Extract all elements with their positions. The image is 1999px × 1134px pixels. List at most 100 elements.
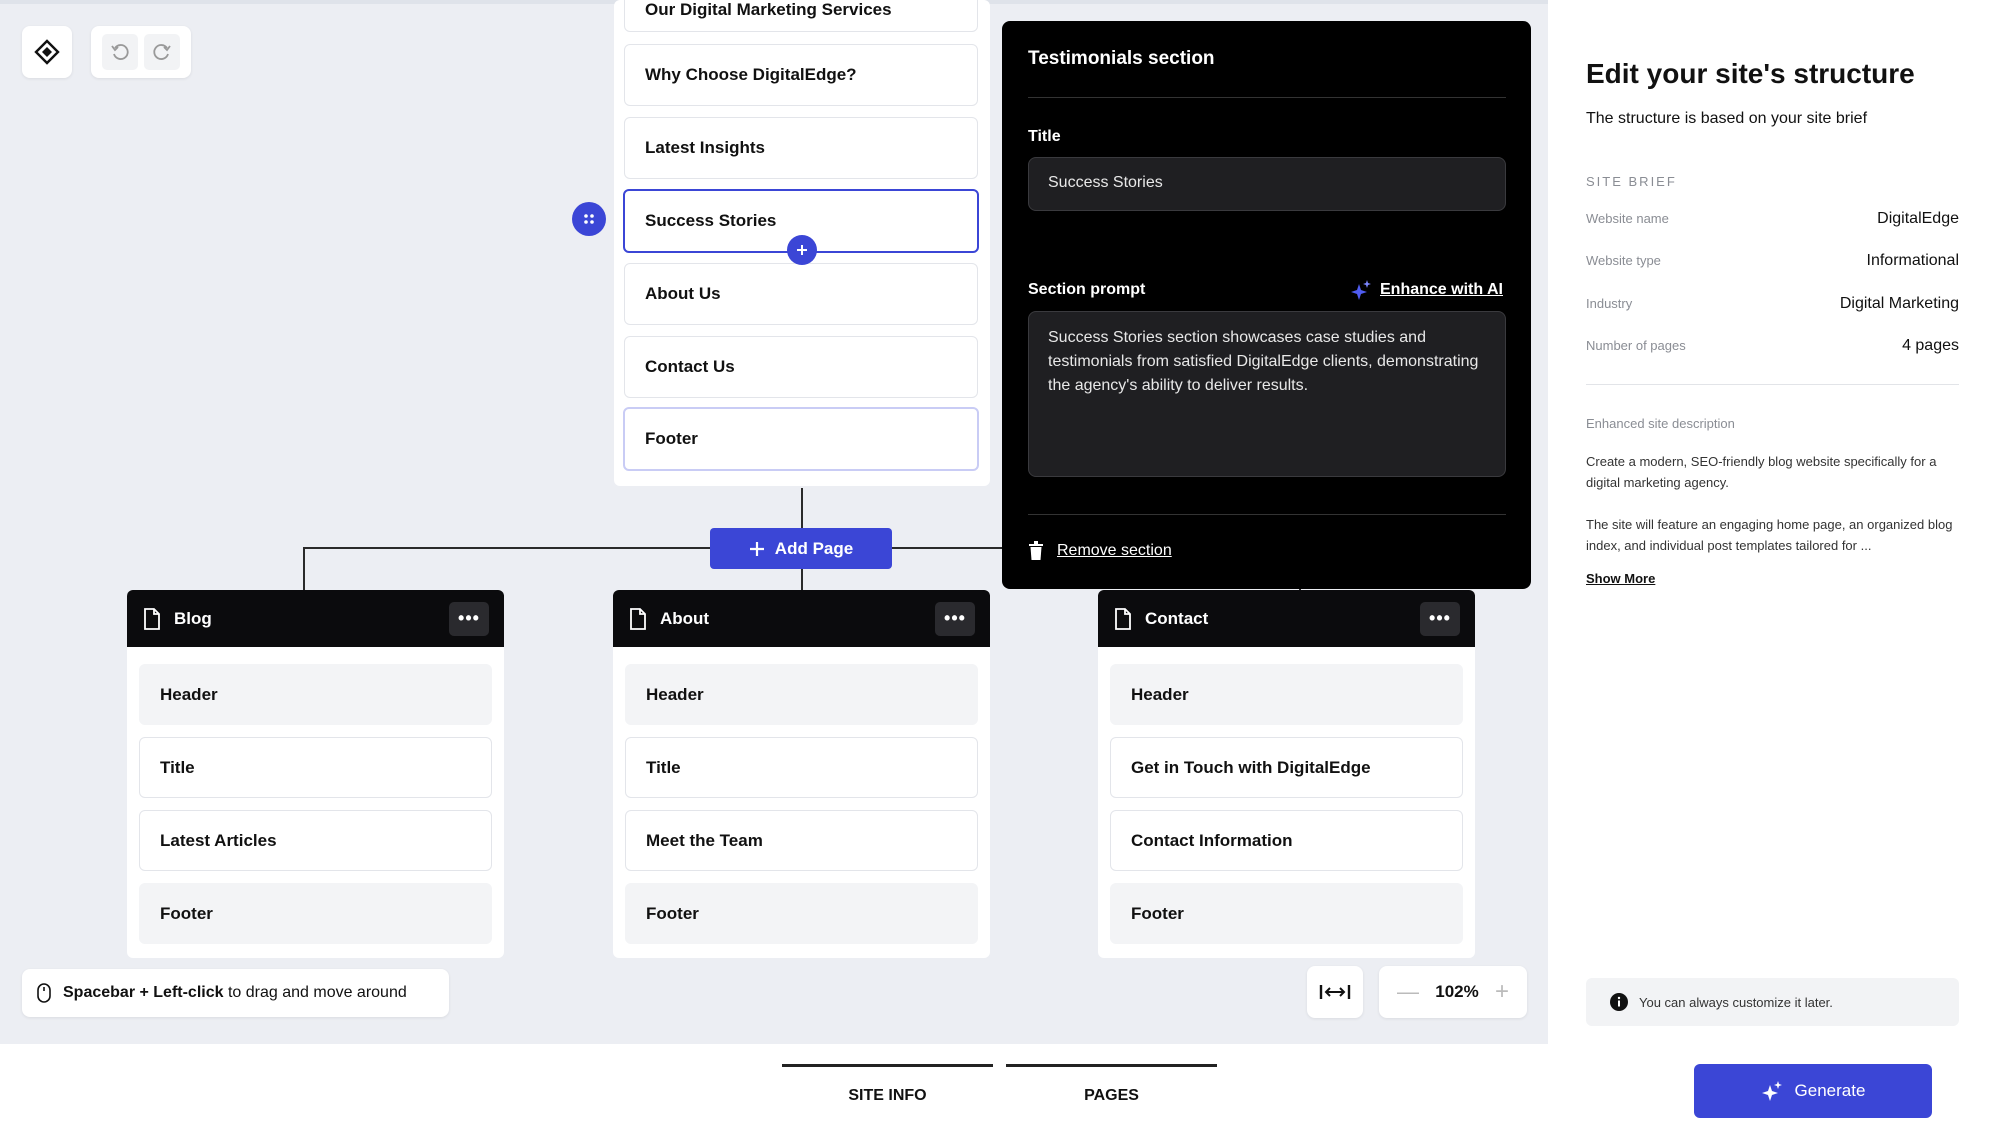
add-section-button[interactable] <box>787 235 817 265</box>
navigation-hint: Spacebar + Left-click to drag and move a… <box>22 969 449 1017</box>
section-card-latest-insights[interactable]: Latest Insights <box>624 117 978 179</box>
redo-button[interactable] <box>144 34 180 70</box>
section-editor-panel: Testimonials section Title Success Stori… <box>1002 21 1531 589</box>
sparkle-icon <box>1761 1081 1782 1101</box>
remove-section-label: Remove section <box>1057 542 1172 559</box>
plus-icon <box>749 541 764 556</box>
logo-button[interactable] <box>22 26 72 78</box>
section-card-get-in-touch[interactable]: Get in Touch with DigitalEdge <box>1110 737 1463 798</box>
page-menu-button[interactable]: ••• <box>935 601 975 636</box>
sidebar-subtitle: The structure is based on your site brie… <box>1586 110 1868 127</box>
divider <box>1028 97 1506 98</box>
bottom-tab-bar <box>0 1044 1548 1134</box>
page-title: Contact <box>1145 608 1209 628</box>
section-card-title[interactable]: Title <box>625 737 978 798</box>
section-label: Our Digital Marketing Services <box>645 0 892 19</box>
page-header-blog[interactable]: Blog ••• <box>127 590 504 647</box>
section-prompt-label: Section prompt <box>1028 281 1146 298</box>
section-prompt-textarea[interactable]: Success Stories section showcases case s… <box>1028 311 1506 477</box>
section-label: Latest Articles <box>160 830 277 850</box>
section-label: Contact Us <box>645 357 735 376</box>
page-icon <box>630 607 646 630</box>
fit-width-icon <box>1319 985 1351 999</box>
section-card-header[interactable]: Header <box>139 664 492 725</box>
grip-icon <box>584 214 594 224</box>
undo-icon <box>111 44 129 60</box>
section-label: Header <box>646 684 704 704</box>
right-sidebar: Edit your site's structure The structure… <box>1548 0 1999 1134</box>
undo-button[interactable] <box>102 34 138 70</box>
fit-to-screen-button[interactable] <box>1307 966 1363 1018</box>
generate-button[interactable]: Generate <box>1694 1064 1932 1118</box>
section-label: Meet the Team <box>646 830 763 850</box>
section-label: Header <box>160 684 218 704</box>
hint-text: Spacebar + Left-click to drag and move a… <box>63 984 407 1002</box>
site-brief-heading: SITE BRIEF <box>1586 174 1677 189</box>
section-card-header[interactable]: Header <box>1110 664 1463 725</box>
add-page-button[interactable]: Add Page <box>710 528 892 569</box>
section-card-title[interactable]: Title <box>139 737 492 798</box>
tab-pages[interactable]: PAGES <box>1006 1064 1217 1124</box>
title-input[interactable]: Success Stories <box>1028 157 1506 211</box>
page-menu-button[interactable]: ••• <box>449 601 489 636</box>
zoom-in-button[interactable]: + <box>1495 978 1509 1006</box>
divider <box>1028 514 1506 515</box>
plus-icon <box>797 245 807 255</box>
section-label: Get in Touch with DigitalEdge <box>1131 757 1371 777</box>
section-card-footer[interactable]: Footer <box>1110 883 1463 944</box>
connector-blog <box>303 547 305 591</box>
section-card-footer[interactable]: Footer <box>623 407 979 471</box>
section-card-meet-the-team[interactable]: Meet the Team <box>625 810 978 871</box>
section-label: About Us <box>645 284 721 303</box>
brief-label: Number of pages <box>1586 338 1686 353</box>
brief-value: Digital Marketing <box>1839 295 1959 312</box>
enhanced-description-p2: The site will feature an engaging home p… <box>1586 517 1953 553</box>
section-card-latest-articles[interactable]: Latest Articles <box>139 810 492 871</box>
remove-section-button[interactable]: Remove section <box>1028 541 1172 561</box>
page-header-about[interactable]: About ••• <box>613 590 990 647</box>
section-label: Header <box>1131 684 1189 704</box>
info-icon <box>1610 993 1628 1011</box>
section-card-footer[interactable]: Footer <box>139 883 492 944</box>
section-label: Contact Information <box>1131 830 1293 850</box>
zoom-level: 102% <box>1435 982 1479 1001</box>
section-label: Title <box>646 757 681 777</box>
zoom-out-button[interactable]: — <box>1397 979 1419 1005</box>
section-card-header[interactable]: Header <box>625 664 978 725</box>
mouse-icon <box>37 983 51 1003</box>
more-icon: ••• <box>944 608 966 628</box>
section-label: Footer <box>645 429 698 448</box>
page-menu-button[interactable]: ••• <box>1420 601 1460 636</box>
brief-value: Informational <box>1866 252 1960 269</box>
section-card-contact-information[interactable]: Contact Information <box>1110 810 1463 871</box>
brief-label: Website type <box>1586 253 1661 268</box>
section-card-about-us[interactable]: About Us <box>624 263 978 325</box>
section-label: Why Choose DigitalEdge? <box>645 65 857 84</box>
title-label: Title <box>1028 128 1061 145</box>
page-title: Blog <box>174 608 212 628</box>
section-label: Title <box>160 757 195 777</box>
drag-handle[interactable] <box>572 202 606 236</box>
sparkle-icon <box>1351 280 1371 300</box>
section-label: Footer <box>160 903 213 923</box>
tab-site-info[interactable]: SITE INFO <box>782 1064 993 1124</box>
page-title: About <box>660 608 710 628</box>
divider <box>1586 384 1959 385</box>
brief-value: 4 pages <box>1902 337 1959 354</box>
section-card-footer[interactable]: Footer <box>625 883 978 944</box>
enhanced-description-p1: Create a modern, SEO-friendly blog websi… <box>1586 454 1937 490</box>
brief-label: Website name <box>1586 211 1669 226</box>
history-toolbar <box>91 26 191 78</box>
zoom-control: — 102% + <box>1379 966 1527 1018</box>
section-card-services[interactable]: Our Digital Marketing Services <box>624 0 978 32</box>
more-icon: ••• <box>458 608 480 628</box>
enhanced-description-heading: Enhanced site description <box>1586 416 1735 431</box>
page-icon <box>144 607 160 630</box>
section-card-why-choose[interactable]: Why Choose DigitalEdge? <box>624 44 978 106</box>
enhance-with-ai-link[interactable]: Enhance with AI <box>1350 279 1503 301</box>
page-header-contact[interactable]: Contact ••• <box>1098 590 1475 647</box>
trash-icon <box>1029 541 1043 560</box>
generate-label: Generate <box>1794 1081 1866 1100</box>
show-more-link[interactable]: Show More <box>1586 571 1655 586</box>
section-card-contact-us[interactable]: Contact Us <box>624 336 978 398</box>
